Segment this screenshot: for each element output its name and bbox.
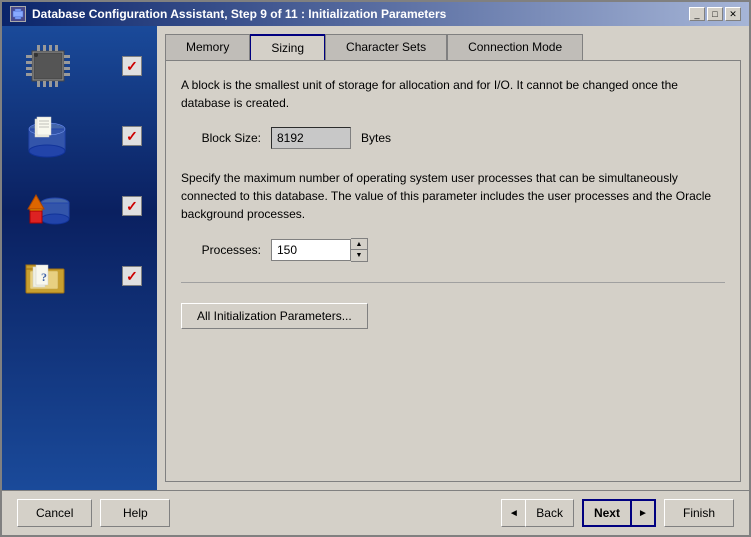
processes-row: Processes: ▲ ▼ [181,238,725,262]
spinner-up-button[interactable]: ▲ [351,239,367,250]
tab-memory[interactable]: Memory [165,34,250,60]
title-buttons: _ □ ✕ [689,7,741,21]
tab-character-sets[interactable]: Character Sets [325,34,447,60]
minimize-button[interactable]: _ [689,7,705,21]
back-group: ◄ Back [501,499,574,527]
bottom-bar: Cancel Help ◄ Back Next ► Finish [2,490,749,535]
list-item: ? ✓ [7,246,152,306]
processes-input[interactable] [271,239,351,261]
db-shapes-icon [17,181,77,231]
back-arrow-button[interactable]: ◄ [501,499,525,527]
left-panel: ✓ [2,26,157,490]
processes-description: Specify the maximum number of operating … [181,169,725,223]
all-params-button[interactable]: All Initialization Parameters... [181,303,368,329]
block-size-units: Bytes [361,131,391,145]
folder-docs-icon [17,111,77,161]
next-button[interactable]: Next [582,499,632,527]
folder-question-icon: ? [17,251,77,301]
block-description: A block is the smallest unit of storage … [181,76,725,112]
list-item: ✓ [7,106,152,166]
check-icon-2: ✓ [122,126,142,146]
main-window: Database Configuration Assistant, Step 9… [0,0,751,537]
title-bar: Database Configuration Assistant, Step 9… [2,2,749,26]
check-icon-4: ✓ [122,266,142,286]
block-size-input[interactable] [271,127,351,149]
tab-connection-mode[interactable]: Connection Mode [447,34,583,60]
spinner-buttons: ▲ ▼ [351,238,368,262]
help-button[interactable]: Help [100,499,170,527]
title-bar-left: Database Configuration Assistant, Step 9… [10,6,446,22]
right-panel: Memory Sizing Character Sets Connection … [157,26,749,490]
app-icon [10,6,26,22]
maximize-button[interactable]: □ [707,7,723,21]
list-item: ✓ [7,176,152,236]
finish-button[interactable]: Finish [664,499,734,527]
bottom-right-buttons: ◄ Back Next ► Finish [501,499,734,527]
tab-sizing[interactable]: Sizing [250,34,325,60]
cancel-button[interactable]: Cancel [17,499,92,527]
window-title: Database Configuration Assistant, Step 9… [32,7,446,21]
next-arrow-button[interactable]: ► [632,499,656,527]
svg-text:?: ? [41,270,47,284]
list-item: ✓ [7,36,152,96]
tabs-container: Memory Sizing Character Sets Connection … [165,34,741,60]
all-params-section: All Initialization Parameters... [181,282,725,329]
check-icon-3: ✓ [122,196,142,216]
block-size-row: Block Size: Bytes [181,127,725,149]
processes-spinner: ▲ ▼ [271,238,368,262]
content-area: A block is the smallest unit of storage … [165,60,741,482]
block-size-label: Block Size: [191,131,261,145]
back-button[interactable]: Back [525,499,574,527]
main-content: ✓ [2,26,749,490]
spinner-down-button[interactable]: ▼ [351,250,367,261]
close-button[interactable]: ✕ [725,7,741,21]
check-icon-1: ✓ [122,56,142,76]
chip-icon [17,41,77,91]
next-group: Next ► [582,499,656,527]
processes-label: Processes: [191,243,261,257]
bottom-left-buttons: Cancel Help [17,499,170,527]
